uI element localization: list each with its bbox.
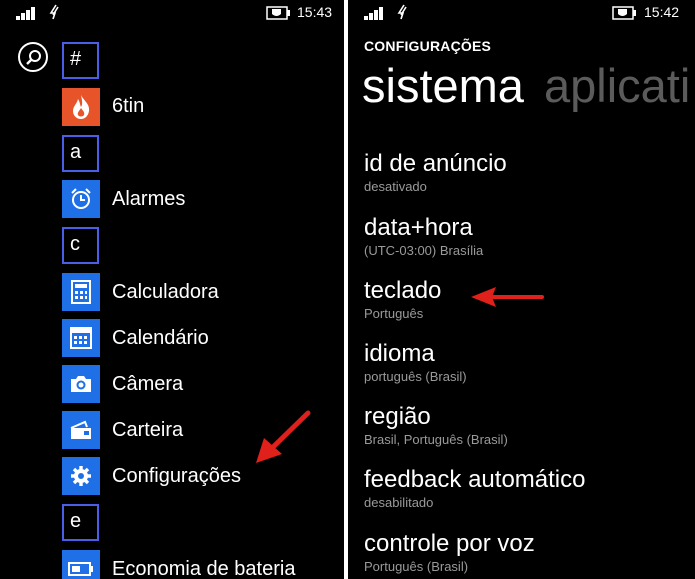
status-bar: 15:43 [0,0,344,26]
setting-item-id-de-anuncio[interactable]: id de anúncio desativado [364,150,507,194]
setting-title: idioma [364,340,435,367]
setting-subtitle: Português [364,306,424,321]
pivot-tab-aplicativos[interactable]: aplicati [544,58,690,113]
calendar-icon [70,327,92,349]
app-tile-configuracoes[interactable] [62,457,100,495]
app-label-carteira[interactable]: Carteira [112,419,183,442]
setting-title: teclado [364,277,442,304]
setting-item-regiao[interactable]: região Brasil, Português (Brasil) [364,403,508,447]
app-tile-alarmes[interactable] [62,180,100,218]
setting-item-feedback-automatico[interactable]: feedback automático desabilitado [364,466,585,510]
signal-bars-icon [16,6,40,20]
app-tile-calculadora[interactable] [62,273,100,311]
wallet-icon [70,420,91,439]
app-label-calendario[interactable]: Calendário [112,327,209,350]
data-sense-icon [396,4,410,23]
setting-subtitle: Português (Brasil) [364,559,469,574]
app-label-calculadora[interactable]: Calculadora [112,281,219,304]
settings-screen: 15:42 CONFIGURAÇÕES sistema aplicati id … [348,0,695,579]
letter-tile-e[interactable]: e [62,504,99,541]
setting-item-data-hora[interactable]: data+hora (UTC-03:00) Brasília [364,214,483,258]
setting-item-idioma[interactable]: idioma português (Brasil) [364,340,467,384]
breadcrumb: CONFIGURAÇÕES [364,38,492,54]
setting-subtitle: português (Brasil) [364,369,467,384]
signal-bars-icon [364,6,388,20]
battery-saver-icon [612,5,636,20]
app-label-configuracoes[interactable]: Configurações [112,465,241,488]
letter-tile-hash[interactable]: # [62,42,99,79]
app-label-camera[interactable]: Câmera [112,373,183,396]
setting-title: região [364,403,431,430]
app-label-alarmes[interactable]: Alarmes [112,188,185,211]
camera-icon [71,376,91,392]
search-button[interactable] [18,42,48,72]
setting-subtitle: desativado [364,179,427,194]
app-label-economia-de-bateria[interactable]: Economia de bateria [112,558,295,579]
app-label-6tin[interactable]: 6tin [112,95,144,118]
red-arrow-pointing-to-teclado [471,287,544,307]
app-tile-camera[interactable] [62,365,100,403]
setting-title: data+hora [364,214,473,241]
app-tile-calendario[interactable] [62,319,100,357]
setting-subtitle: Brasil, Português (Brasil) [364,432,508,447]
pivot-tab-sistema[interactable]: sistema [362,58,524,113]
app-tile-carteira[interactable] [62,411,100,449]
red-arrow-pointing-to-configuracoes [256,410,311,463]
search-icon [26,50,41,65]
battery-saver-icon [266,5,290,20]
status-clock: 15:42 [644,4,680,20]
gear-icon [71,466,91,486]
status-clock: 15:43 [297,4,333,20]
app-tile-6tin[interactable] [62,88,100,126]
letter-tile-a[interactable]: a [62,135,99,172]
setting-subtitle: (UTC-03:00) Brasília [364,243,484,258]
flame-icon [73,95,90,119]
status-bar: 15:42 [348,0,695,26]
setting-subtitle: desabilitado [364,495,434,510]
battery-icon [68,562,93,576]
calculator-icon [71,280,91,304]
setting-title: controle por voz [364,530,535,557]
alarm-clock-icon [71,188,91,209]
letter-tile-c[interactable]: c [62,227,99,264]
app-tile-economia-de-bateria[interactable] [62,550,100,579]
data-sense-icon [48,4,62,23]
setting-title: feedback automático [364,466,586,493]
setting-item-controle-por-voz[interactable]: controle por voz Português (Brasil) [364,530,535,574]
app-list-screen: 15:43 # 6tin a Alarmes c Calculadora Cal… [0,0,344,579]
setting-title: id de anúncio [364,150,507,177]
setting-item-teclado[interactable]: teclado Português [364,277,441,321]
